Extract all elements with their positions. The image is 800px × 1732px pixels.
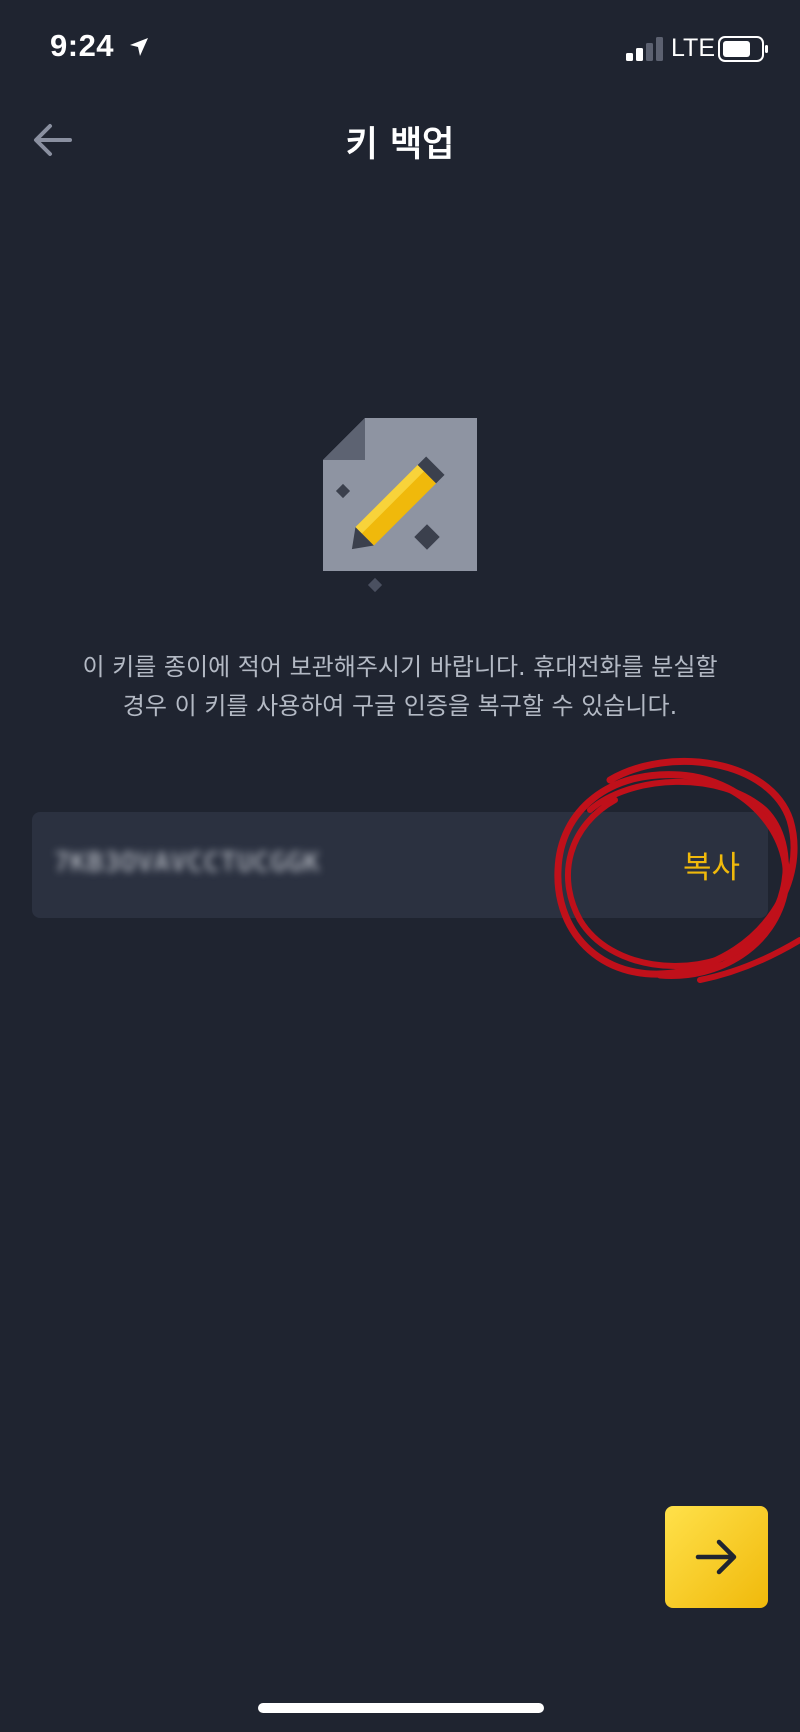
battery-icon bbox=[718, 36, 768, 62]
document-pencil-icon bbox=[323, 418, 477, 593]
key-backup-screen: 9:24 LTE 키 백업 이 키를 종이에 적어 보관해주시기 바랍니다. 휴… bbox=[0, 0, 800, 1732]
page-title: 키 백업 bbox=[345, 125, 455, 165]
location-arrow-icon bbox=[130, 38, 148, 56]
copy-button[interactable]: 복사 bbox=[683, 842, 740, 887]
arrow-right-icon bbox=[695, 1539, 737, 1575]
backup-instructions: 이 키를 종이에 적어 보관해주시기 바랍니다. 휴대전화를 분실할 경우 이 … bbox=[20, 648, 780, 726]
instruction-line-2: 경우 이 키를 사용하여 구글 인증을 복구할 수 있습니다. bbox=[122, 692, 678, 720]
instruction-line-1: 이 키를 종이에 적어 보관해주시기 바랍니다. 휴대전화를 분실할 bbox=[82, 653, 718, 681]
status-time: 9:24 bbox=[50, 28, 115, 63]
backup-key-value[interactable]: 7KB3OVAVCCTUCGGK bbox=[54, 848, 320, 878]
network-label: LTE bbox=[671, 34, 715, 62]
backup-key-field: 7KB3OVAVCCTUCGGK 복사 bbox=[32, 812, 768, 918]
home-indicator[interactable] bbox=[258, 1703, 544, 1713]
cellular-signal-icon bbox=[626, 37, 663, 61]
next-button[interactable] bbox=[665, 1506, 768, 1608]
